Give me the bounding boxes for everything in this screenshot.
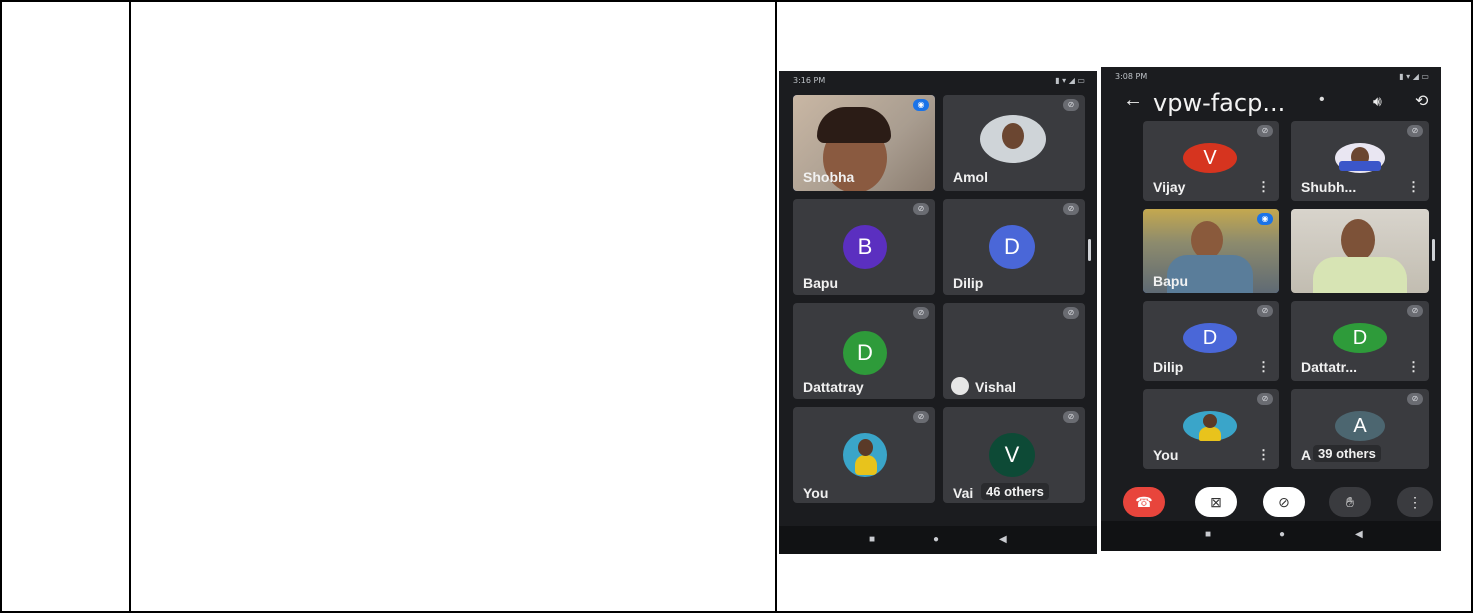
participant-tile-vijay[interactable]: V ⊘ Vijay ⋮: [1143, 121, 1279, 201]
meet-screenshot-left: 3:16 PM ▮ ▾ ◢ ▭ ◉ Shobha ⊘ Amol B ⊘ Bapu…: [779, 71, 1097, 554]
home-nav-icon[interactable]: ●: [933, 534, 939, 545]
participant-name: Dilip: [1153, 359, 1184, 375]
avatar-small: [951, 377, 969, 395]
participant-tile-you[interactable]: ⊘ You: [793, 407, 935, 503]
back-nav-icon[interactable]: ◀: [1355, 529, 1363, 540]
status-icons: ▮ ▾ ◢ ▭: [1399, 72, 1429, 81]
participant-tile-you[interactable]: ⊘ You ⋮: [1143, 389, 1279, 469]
participant-tile-dilip[interactable]: D ⊘ Dilip ⋮: [1143, 301, 1279, 381]
scrollbar[interactable]: [1432, 239, 1435, 261]
speaking-indicator-icon: ◉: [913, 99, 929, 111]
participant-tile-shubh[interactable]: ⊘ Shubh... ⋮: [1291, 121, 1429, 201]
more-options-icon[interactable]: ⋮: [1257, 447, 1270, 463]
participant-tile-others[interactable]: A ⊘ A 39 others: [1291, 389, 1429, 469]
mic-off-icon: ⊘: [913, 203, 929, 215]
recents-nav-icon[interactable]: ■: [1205, 529, 1211, 540]
mic-off-icon: ⊘: [1063, 411, 1079, 423]
more-options-icon[interactable]: ⋮: [1257, 179, 1270, 195]
mic-off-icon: ⊘: [913, 411, 929, 423]
participant-video: [1291, 209, 1429, 293]
more-options-icon[interactable]: ⋮: [1407, 179, 1420, 195]
end-call-button[interactable]: ☎: [1123, 487, 1165, 517]
status-bar: 3:16 PM ▮ ▾ ◢ ▭: [779, 71, 1097, 89]
speaking-indicator-icon: ◉: [1257, 213, 1273, 225]
participant-name: Bapu: [1153, 273, 1188, 289]
more-options-icon[interactable]: ⋮: [1407, 359, 1420, 375]
participant-tile-dattatray[interactable]: D ⊘ Dattatray: [793, 303, 935, 399]
participant-tile-bapu[interactable]: B ⊘ Bapu: [793, 199, 935, 295]
participant-name: Vijay: [1153, 179, 1186, 195]
avatar: [1183, 411, 1237, 441]
status-icons: ▮ ▾ ◢ ▭: [1055, 76, 1085, 85]
back-arrow-icon[interactable]: ←: [1123, 89, 1143, 112]
participant-tile-video-2[interactable]: [1291, 209, 1429, 293]
avatar-initial: D: [1333, 323, 1387, 353]
mic-off-icon: ⊘: [1063, 99, 1079, 111]
participant-tile-dattatray[interactable]: D ⊘ Dattatr... ⋮: [1291, 301, 1429, 381]
speaker-icon[interactable]: 🔊︎: [1373, 93, 1382, 110]
home-nav-icon[interactable]: ●: [1279, 529, 1285, 540]
status-bar: 3:08 PM ▮ ▾ ◢ ▭: [1101, 67, 1441, 85]
participant-name: You: [803, 485, 829, 501]
participant-name: You: [1153, 447, 1179, 463]
raise-hand-button[interactable]: ✋︎: [1329, 487, 1371, 517]
avatar: [1335, 143, 1385, 173]
mic-off-icon: ⊘: [1407, 305, 1423, 317]
avatar-initial: D: [989, 225, 1035, 269]
mic-off-icon: ⊘: [913, 307, 929, 319]
participant-name: A: [1301, 447, 1312, 463]
mic-off-icon: ⊘: [1257, 125, 1273, 137]
participant-tile-bapu-video[interactable]: ◉ Bapu: [1143, 209, 1279, 293]
table-column-divider-2: [775, 0, 777, 613]
recents-nav-icon[interactable]: ■: [869, 534, 875, 545]
mic-off-icon: ⊘: [1257, 305, 1273, 317]
call-controls: ☎ ⊠ ⊘ ✋︎ ⋮: [1101, 477, 1441, 527]
mic-off-icon: ⊘: [1063, 307, 1079, 319]
avatar-initial: D: [1183, 323, 1237, 353]
participant-tile-vishal[interactable]: ⊘ Vishal: [943, 303, 1085, 399]
mic-off-button[interactable]: ⊘: [1263, 487, 1305, 517]
more-dot-icon: •: [1319, 91, 1325, 108]
scrollbar[interactable]: [1088, 239, 1091, 261]
more-options-button[interactable]: ⋮: [1397, 487, 1433, 517]
back-nav-icon[interactable]: ◀: [999, 534, 1007, 545]
participant-name: Dattatr...: [1301, 359, 1358, 375]
camera-off-button[interactable]: ⊠: [1195, 487, 1237, 517]
participant-name: Dilip: [953, 275, 984, 291]
mic-off-icon: ⊘: [1407, 393, 1423, 405]
mic-off-icon: ⊘: [1407, 125, 1423, 137]
participant-tile-shobha[interactable]: ◉ Shobha: [793, 95, 935, 191]
avatar: [980, 115, 1046, 163]
participant-name: Amol: [953, 169, 988, 185]
others-count-badge: 39 others: [1313, 445, 1381, 462]
switch-camera-icon[interactable]: ⟲: [1415, 91, 1428, 111]
avatar-initial: V: [989, 433, 1035, 477]
avatar: [843, 433, 887, 477]
participant-name: Vishal: [975, 379, 1016, 395]
participant-tile-dilip[interactable]: D ⊘ Dilip: [943, 199, 1085, 295]
participant-name: Vai: [953, 485, 974, 501]
participant-tile-amol[interactable]: ⊘ Amol: [943, 95, 1085, 191]
status-time: 3:16 PM: [793, 76, 826, 85]
mic-off-icon: ⊘: [1063, 203, 1079, 215]
avatar-initial: B: [843, 225, 887, 269]
more-options-icon[interactable]: ⋮: [1257, 359, 1270, 375]
participant-name: Bapu: [803, 275, 838, 291]
others-count-badge: 46 others: [981, 483, 1049, 500]
participant-tile-others[interactable]: V ⊘ Vai 46 others: [943, 407, 1085, 503]
meet-screenshot-right: 3:08 PM ▮ ▾ ◢ ▭ ← vpw-facp... • 🔊︎ ⟲ V ⊘…: [1101, 67, 1441, 551]
avatar-initial: V: [1183, 143, 1237, 173]
table-column-divider-1: [129, 0, 131, 613]
mic-off-icon: ⊘: [1257, 393, 1273, 405]
participant-name: Shobha: [803, 169, 855, 185]
participant-name: Shubh...: [1301, 179, 1357, 195]
status-time: 3:08 PM: [1115, 72, 1148, 81]
participant-name: Dattatray: [803, 379, 864, 395]
meeting-title: vpw-facp...: [1153, 89, 1286, 117]
android-nav-bar: ■ ● ◀: [779, 526, 1097, 554]
avatar-initial: A: [1335, 411, 1385, 441]
avatar-initial: D: [843, 331, 887, 375]
android-nav-bar: ■ ● ◀: [1101, 521, 1441, 551]
